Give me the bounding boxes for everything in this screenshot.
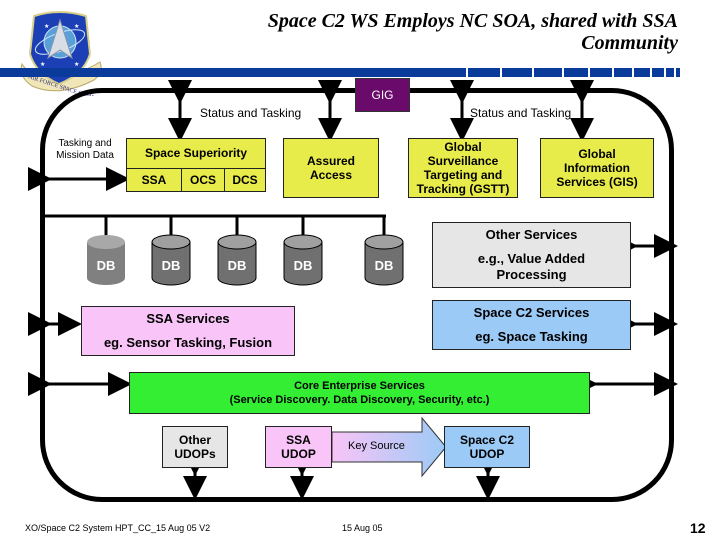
database-cylinder: DB [364,234,404,286]
status-tasking-label-right: Status and Tasking [470,106,572,120]
space-c2-services-title: Space C2 Services [473,305,590,320]
status-tasking-label-left: Status and Tasking [200,106,302,120]
ocs-subitem: OCS [182,169,225,192]
page-number: 12 [690,520,706,536]
other-services-title: Other Services [485,227,578,242]
database-cylinder: DB [283,234,323,286]
database-cylinder: DB [86,234,126,286]
core-enterprise-services-box: Core Enterprise Services (Service Discov… [129,372,590,414]
footer-document-id: XO/Space C2 System HPT_CC_15 Aug 05 V2 [25,523,211,533]
space-c2-udop-box: Space C2 UDOP [444,426,530,468]
ssa-subitem: SSA [127,169,182,192]
gis-box: Global Information Services (GIS) [540,138,654,198]
other-udops-box: Other UDOPs [162,426,228,468]
tasking-mission-data-label: Tasking and Mission Data [56,138,114,161]
ssa-udop-box: SSA UDOP [265,426,332,468]
core-services-subtitle: (Service Discovery. Data Discovery, Secu… [229,394,490,406]
database-cylinder: DB [151,234,191,286]
database-label: DB [374,258,394,273]
key-source-label: Key Source [348,440,405,452]
gstt-box: Global Surveillance Targeting and Tracki… [408,138,518,198]
dcs-subitem: DCS [232,173,258,187]
gig-box: GIG [355,78,410,112]
footer-date: 15 Aug 05 [342,523,383,533]
space-superiority-box: Space Superiority SSA OCS DCS [126,138,266,192]
database-label: DB [293,258,313,273]
database-label: DB [161,258,181,273]
space-c2-services-box: Space C2 Services eg. Space Tasking [432,300,631,350]
database-cylinder: DB [217,234,257,286]
database-label: DB [96,258,116,273]
core-services-title: Core Enterprise Services [294,380,425,392]
assured-access-box: Assured Access [283,138,379,198]
other-services-box: Other Services e.g., Value Added Process… [432,222,631,288]
gig-label: GIG [371,88,394,102]
ssa-services-box: SSA Services eg. Sensor Tasking, Fusion [81,306,295,356]
space-superiority-title: Space Superiority [127,139,265,169]
database-label: DB [227,258,247,273]
ssa-services-title: SSA Services [146,311,230,326]
